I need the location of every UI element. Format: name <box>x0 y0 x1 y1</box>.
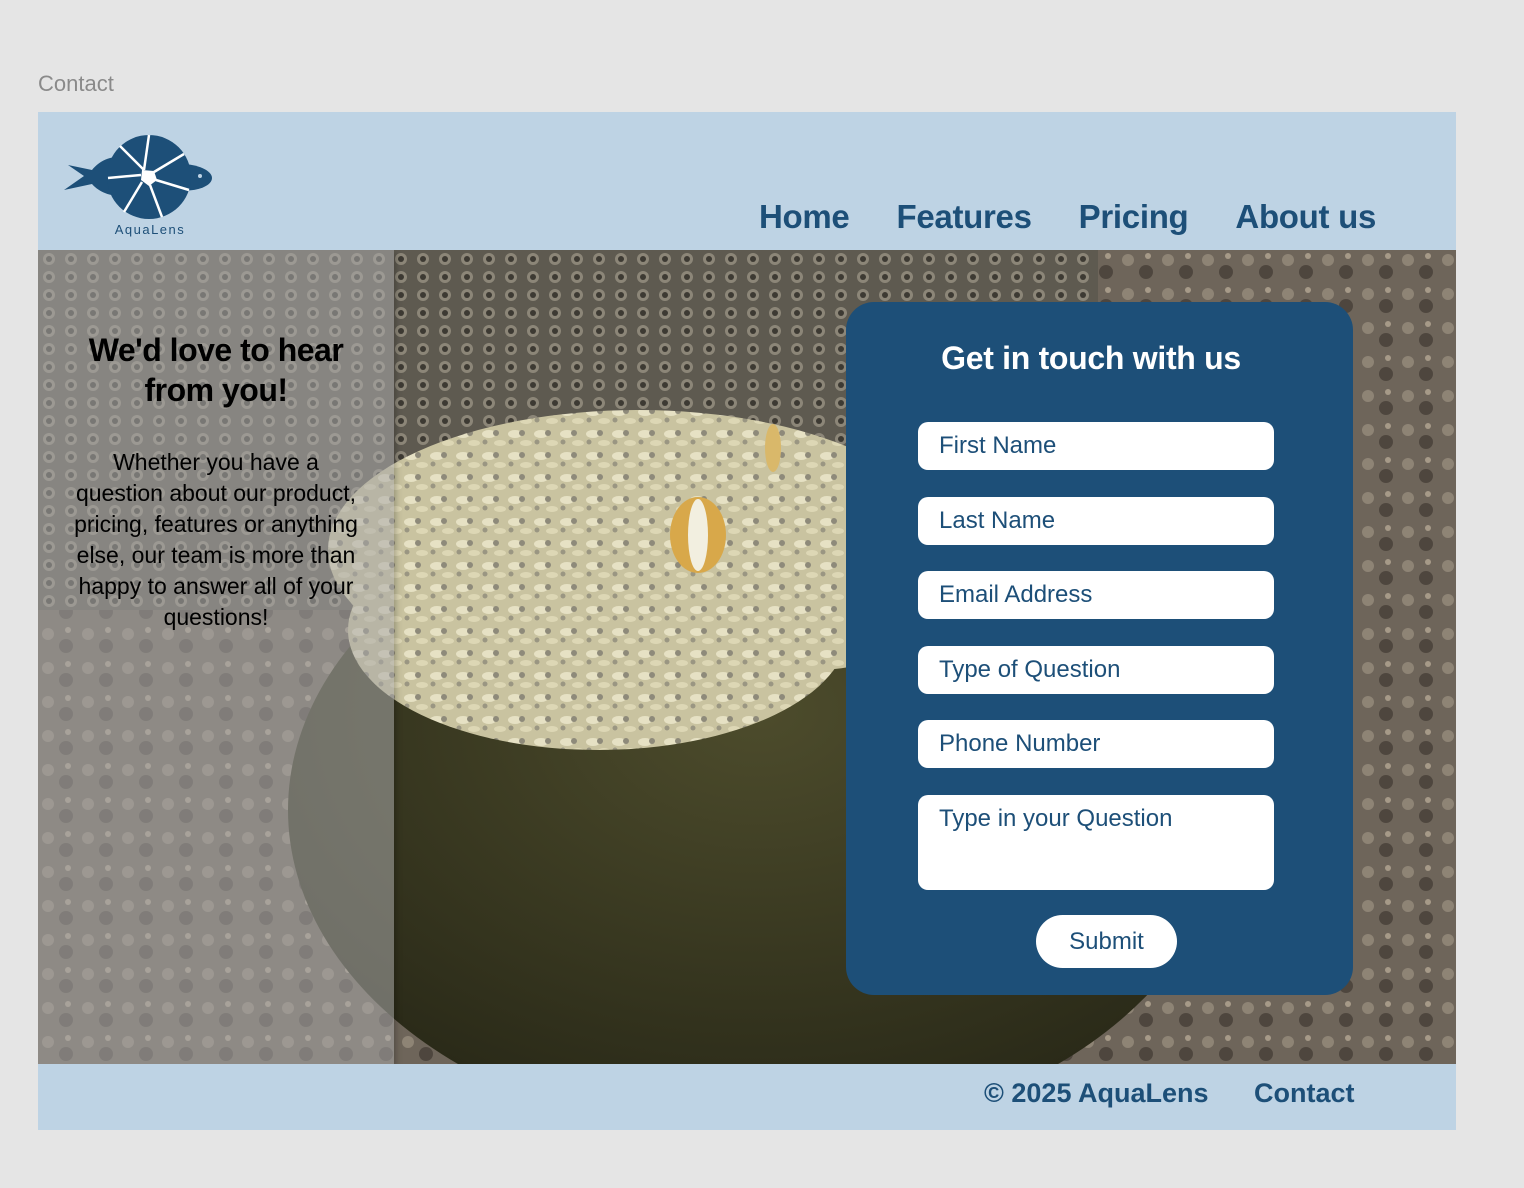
question-type-field[interactable]: Type of Question <box>918 646 1274 694</box>
site-footer: © 2025 AquaLens Contact <box>38 1064 1456 1130</box>
site-header: AquaLens Home Features Pricing About us <box>38 112 1456 250</box>
main-nav: Home Features Pricing About us <box>759 198 1376 236</box>
email-field[interactable]: Email Address <box>918 571 1274 619</box>
fish-camera-shutter-logo-icon <box>64 134 212 219</box>
contact-form: Get in touch with us First Name Last Nam… <box>846 302 1353 995</box>
hero-section: We'd love to hear from you! Whether you … <box>38 250 1456 1064</box>
nav-home[interactable]: Home <box>759 198 850 236</box>
frame-label: Contact <box>38 71 114 96</box>
copyright-text: © 2025 AquaLens <box>984 1078 1209 1108</box>
nav-features[interactable]: Features <box>896 198 1031 236</box>
first-name-field[interactable]: First Name <box>918 422 1274 470</box>
contact-page: AquaLens Home Features Pricing About us <box>38 112 1456 1130</box>
nav-pricing[interactable]: Pricing <box>1079 198 1189 236</box>
last-name-field[interactable]: Last Name <box>918 497 1274 545</box>
question-textarea[interactable]: Type in your Question <box>918 795 1274 890</box>
submit-button[interactable]: Submit <box>1036 915 1177 968</box>
intro-panel: We'd love to hear from you! Whether you … <box>38 250 394 1064</box>
phone-number-field[interactable]: Phone Number <box>918 720 1274 768</box>
brand-logo[interactable]: AquaLens <box>62 130 214 240</box>
intro-text: Whether you have a question about our pr… <box>74 449 358 630</box>
form-title: Get in touch with us <box>941 340 1241 376</box>
intro-heading: We'd love to hear from you! <box>88 332 344 408</box>
footer-contact-link[interactable]: Contact <box>1254 1078 1355 1109</box>
nav-about-us[interactable]: About us <box>1235 198 1376 236</box>
brand-name: AquaLens <box>114 222 186 237</box>
